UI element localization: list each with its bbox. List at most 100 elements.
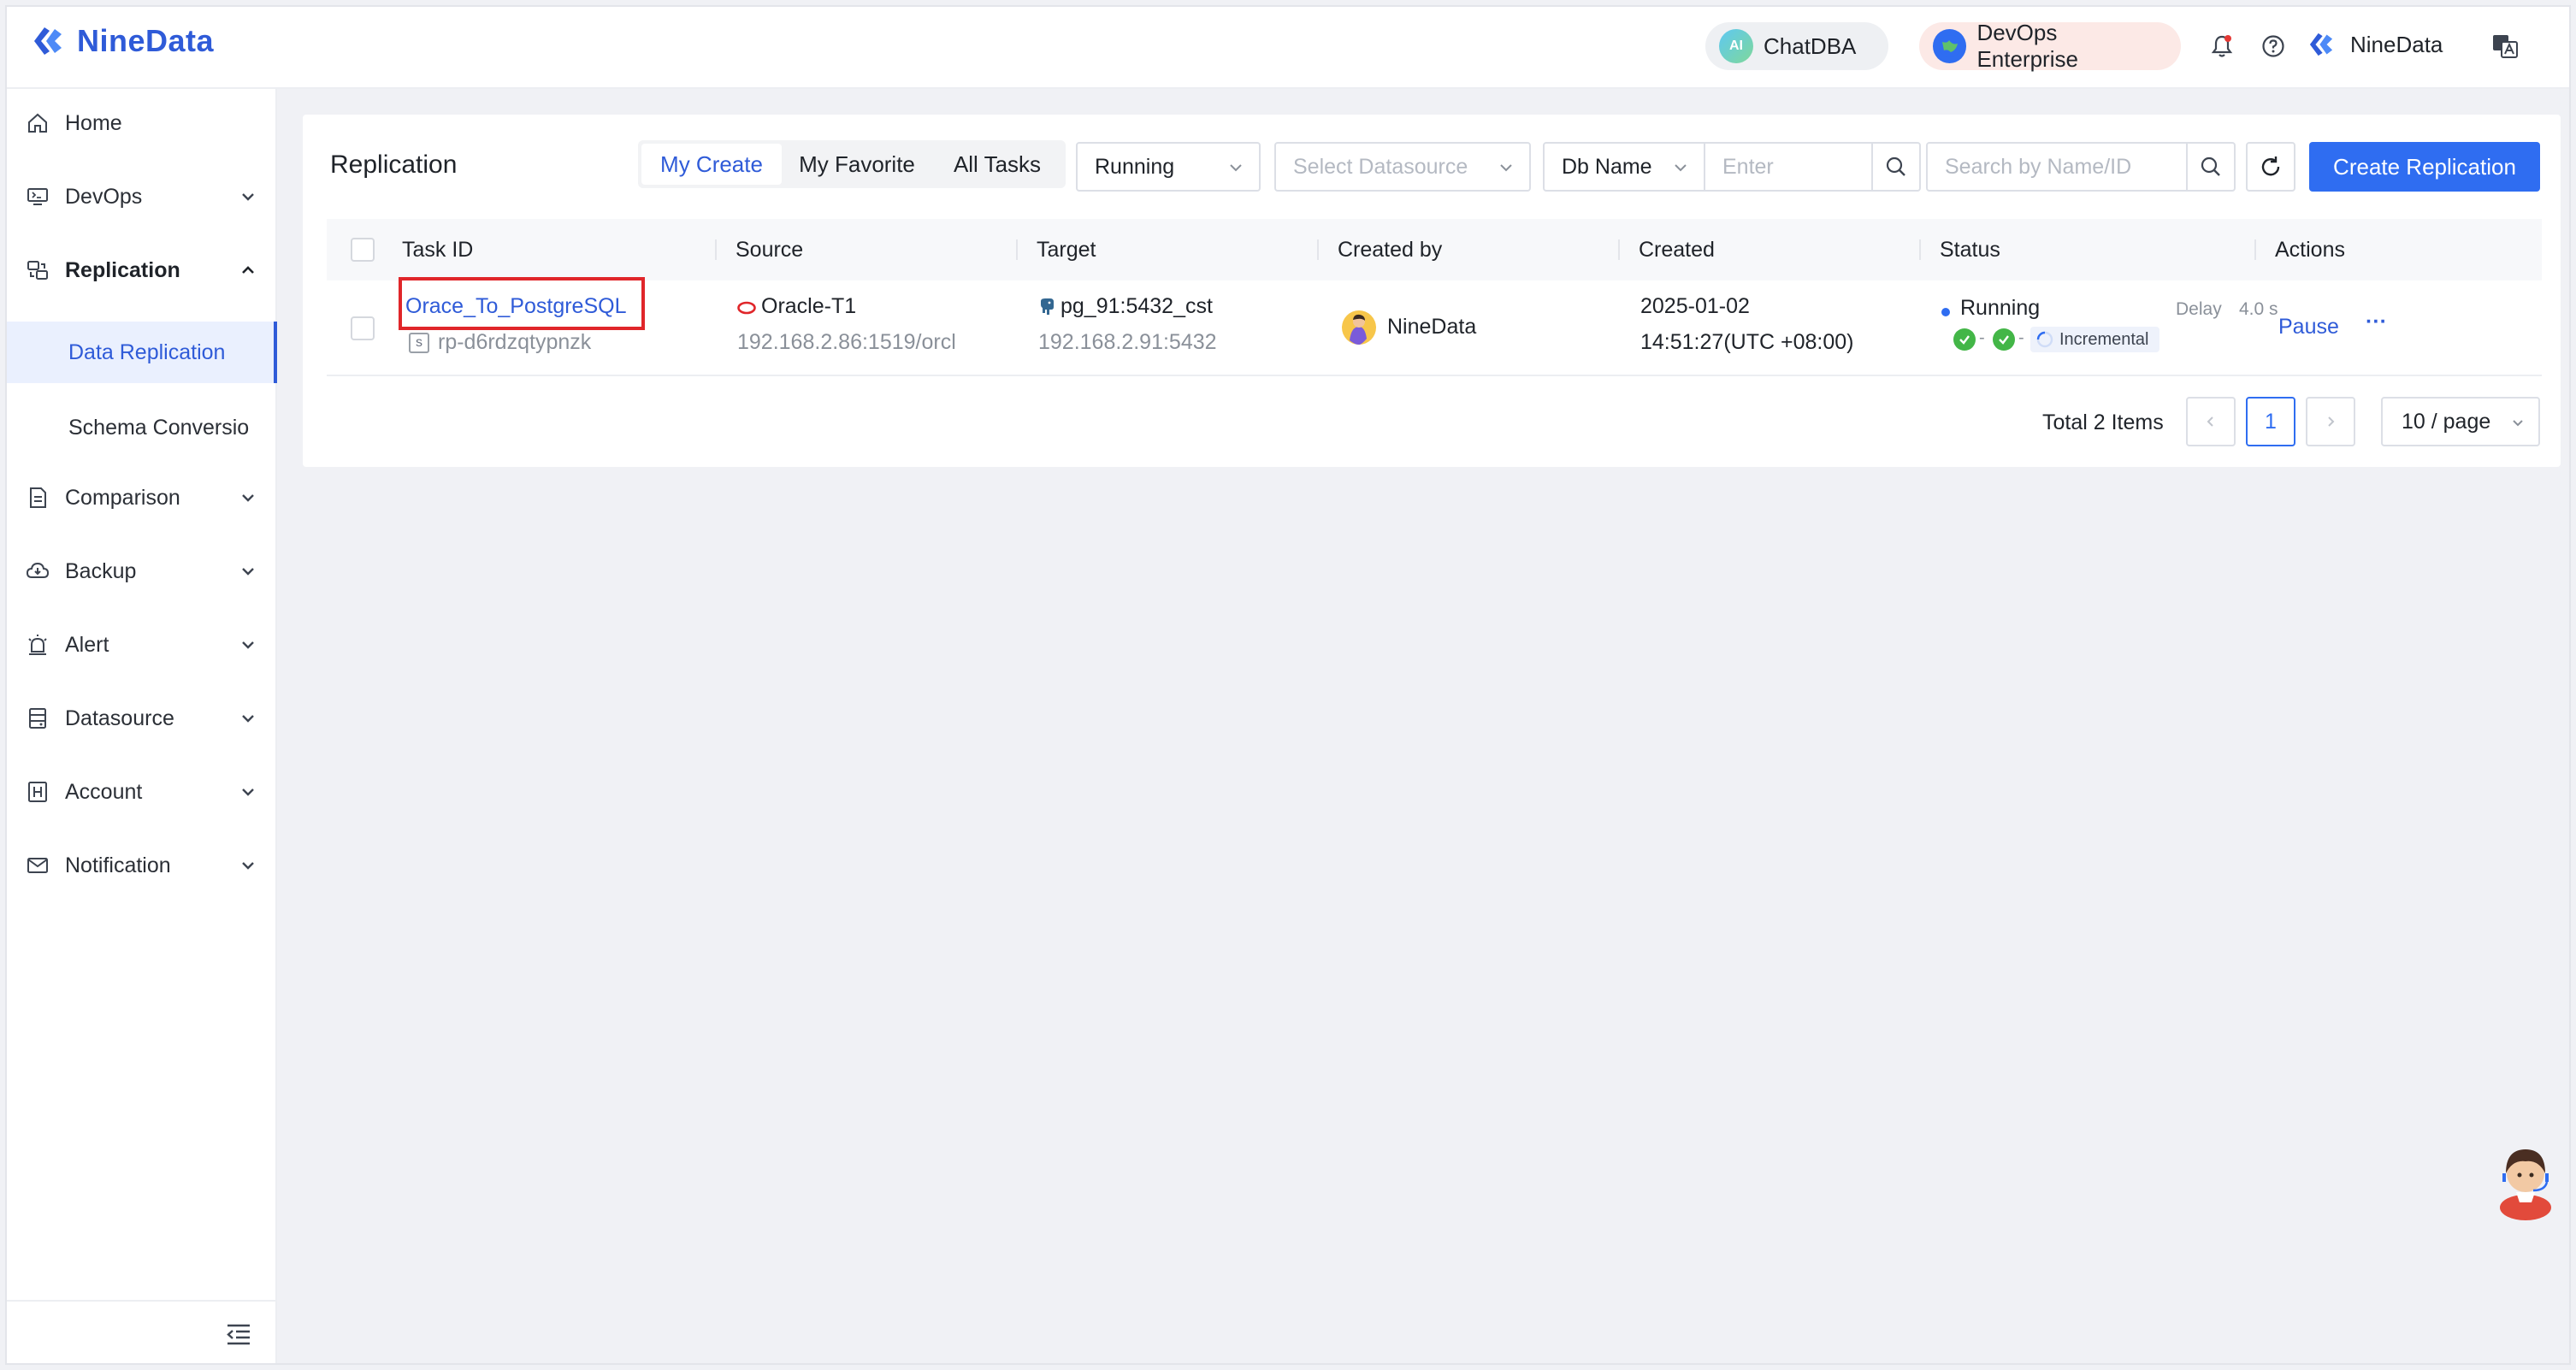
created-time: 14:51:27(UTC +08:00): [1640, 330, 1854, 354]
user-avatar-icon: [2309, 32, 2333, 56]
chevron-down-icon: [1500, 164, 1512, 172]
sidebar-item-label: Home: [65, 110, 122, 135]
sidebar-item-label: DevOps: [65, 184, 143, 209]
task-scope-tabs: My Create My Favorite All Tasks: [638, 140, 1066, 188]
bell-icon[interactable]: [2208, 32, 2236, 60]
select-all-checkbox[interactable]: [351, 238, 375, 262]
pause-button[interactable]: Pause: [2278, 315, 2339, 340]
top-header: NineData AI ChatDBA DevOps Enterprise Ni…: [7, 7, 2569, 89]
sidebar-item-comparison[interactable]: Comparison: [7, 464, 277, 532]
creator-name: NineData: [1387, 315, 1477, 339]
sidebar-item-schema-conversion[interactable]: Schema Conversio: [7, 397, 277, 458]
chevron-down-icon: [2513, 420, 2523, 427]
source-address: 192.168.2.86:1519/orcl: [737, 330, 956, 354]
chevron-up-icon: [242, 266, 254, 274]
column-divider: [1317, 239, 1319, 260]
sidebar-item-label: Comparison: [65, 485, 180, 510]
logo[interactable]: NineData: [29, 22, 214, 60]
sidebar-item-label: Datasource: [65, 706, 174, 730]
chevron-down-icon: [1675, 164, 1687, 172]
tab-my-create[interactable]: My Create: [641, 144, 782, 185]
language-switch-icon[interactable]: [2490, 31, 2521, 62]
created-date: 2025-01-02: [1640, 294, 1750, 318]
logo-text: NineData: [77, 23, 215, 58]
phase-connector: -: [2018, 328, 2024, 347]
next-page-button[interactable]: [2306, 397, 2355, 446]
task-search-placeholder: Search by Name/ID: [1945, 154, 2132, 179]
sidebar-item-label: Notification: [65, 853, 171, 877]
create-replication-button[interactable]: Create Replication: [2309, 142, 2540, 192]
sidebar-item-data-replication[interactable]: Data Replication: [7, 322, 277, 383]
column-header-created-by[interactable]: Created by: [1338, 219, 1442, 280]
sidebar-item-label: Data Replication: [68, 340, 226, 364]
datasource-icon: [29, 708, 46, 729]
row-checkbox[interactable]: [351, 316, 375, 340]
status-dot-icon: [1941, 308, 1950, 316]
dbname-select-value: Db Name: [1562, 154, 1652, 179]
dbname-search-button[interactable]: [1871, 142, 1921, 192]
oracle-icon: [737, 301, 756, 315]
datasource-select[interactable]: Select Datasource: [1274, 142, 1531, 192]
target-name[interactable]: pg_91:5432_cst: [1061, 294, 1213, 319]
chatdba-button[interactable]: AI ChatDBA: [1705, 22, 1888, 70]
postgresql-icon: [1041, 298, 1054, 315]
status-text: Running: [1960, 296, 2041, 320]
sidebar-footer: [7, 1300, 277, 1363]
dbname-select[interactable]: Db Name: [1543, 142, 1705, 192]
support-assistant-icon[interactable]: [2487, 1136, 2564, 1221]
column-header-created[interactable]: Created: [1639, 219, 1715, 280]
sidebar-item-backup[interactable]: Backup: [7, 537, 277, 605]
column-header-status[interactable]: Status: [1940, 219, 2000, 280]
page-size-select[interactable]: 10 / page: [2381, 397, 2540, 446]
chevron-down-icon: [242, 494, 254, 502]
task-search-button[interactable]: [2186, 142, 2236, 192]
task-name-link[interactable]: Orace_To_PostgreSQL: [405, 294, 626, 319]
home-icon: [28, 113, 47, 133]
prev-page-button[interactable]: [2186, 397, 2236, 446]
chevron-down-icon: [242, 788, 254, 796]
sidebar-item-notification[interactable]: Notification: [7, 831, 277, 900]
devops-enterprise-button[interactable]: DevOps Enterprise: [1919, 20, 2181, 72]
source-name[interactable]: Oracle-T1: [761, 294, 856, 319]
sidebar-item-home[interactable]: Home: [7, 89, 277, 157]
task-search-input[interactable]: Search by Name/ID: [1926, 142, 2188, 192]
dbname-input[interactable]: Enter: [1704, 142, 1873, 192]
help-icon[interactable]: [2260, 32, 2287, 60]
target-address: 192.168.2.91:5432: [1038, 330, 1217, 354]
app-window: NineData AI ChatDBA DevOps Enterprise Ni…: [5, 5, 2571, 1365]
chevron-down-icon: [242, 715, 254, 723]
ai-icon: AI: [1719, 29, 1753, 63]
column-header-source[interactable]: Source: [736, 219, 803, 280]
refresh-icon: [2261, 156, 2280, 176]
table-header: Task ID Source Target Created by Created…: [327, 219, 2542, 280]
check-icon: [1953, 328, 1976, 351]
status-filter-value: Running: [1095, 154, 1175, 179]
collapse-sidebar-icon[interactable]: [226, 1322, 251, 1346]
sidebar-item-label: Alert: [65, 632, 109, 657]
page-number-button[interactable]: 1: [2246, 397, 2295, 446]
column-header-task-id[interactable]: Task ID: [402, 219, 473, 280]
refresh-button[interactable]: [2246, 142, 2295, 192]
user-menu[interactable]: NineData: [2306, 27, 2443, 62]
tab-my-favorite[interactable]: My Favorite: [782, 144, 932, 185]
loading-spinner-icon: [2036, 331, 2053, 348]
tab-all-tasks[interactable]: All Tasks: [932, 144, 1062, 185]
sidebar-item-account[interactable]: Account: [7, 758, 277, 826]
column-header-target[interactable]: Target: [1037, 219, 1096, 280]
more-actions-icon[interactable]: ···: [2366, 310, 2387, 334]
sidebar-item-replication[interactable]: Replication: [7, 236, 277, 304]
search-icon: [2201, 156, 2220, 176]
check-icon: [1993, 328, 2015, 351]
user-name: NineData: [2350, 31, 2443, 57]
sidebar-item-devops[interactable]: DevOps: [7, 162, 277, 231]
column-divider: [2254, 239, 2256, 260]
column-divider: [1919, 239, 1921, 260]
sidebar-item-label: Backup: [65, 558, 137, 583]
sidebar: Home DevOps Replication Data Replication…: [7, 89, 277, 1363]
delay-value: 4.0 s: [2239, 299, 2278, 319]
sidebar-item-datasource[interactable]: Datasource: [7, 684, 277, 753]
ninedata-logo-icon: [34, 27, 62, 55]
alert-icon: [28, 635, 47, 655]
status-filter-select[interactable]: Running: [1076, 142, 1261, 192]
sidebar-item-alert[interactable]: Alert: [7, 611, 277, 679]
